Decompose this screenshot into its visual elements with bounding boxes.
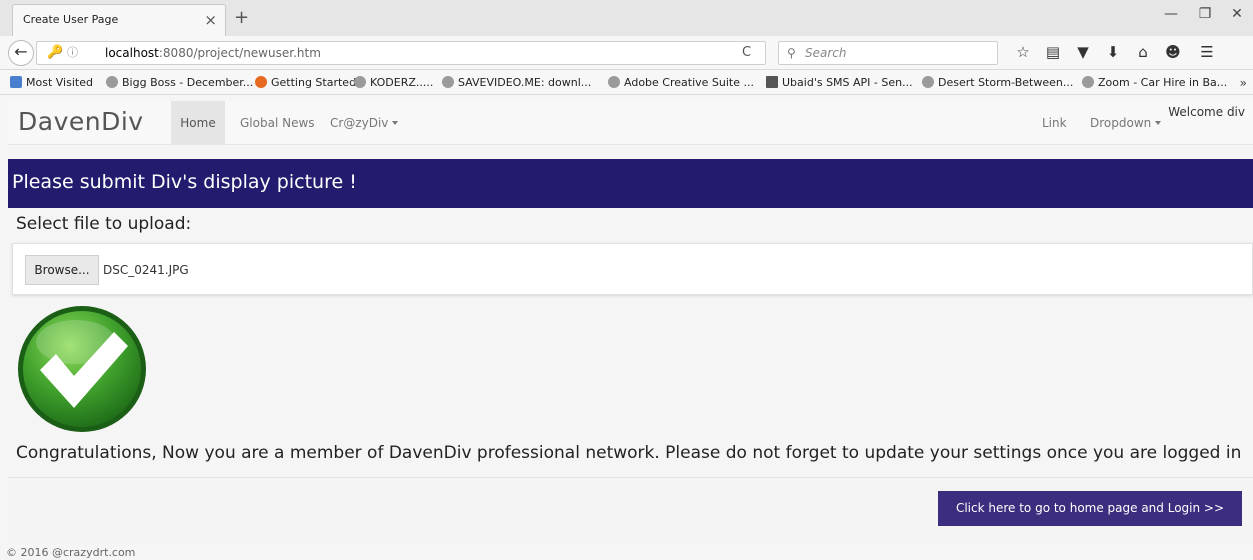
- bookmark-item[interactable]: Desert Storm-Between...: [922, 71, 1074, 94]
- nav-global-news[interactable]: Global News: [240, 101, 315, 145]
- bookmark-item[interactable]: Zoom - Car Hire in Ba...: [1082, 71, 1228, 94]
- tab-close-icon[interactable]: ×: [204, 5, 217, 35]
- search-placeholder: Search: [805, 46, 847, 60]
- site-navbar: DavenDiv Home Global News Cr@zyDiv Link …: [8, 101, 1253, 145]
- reading-list-icon[interactable]: ▤: [1042, 43, 1064, 61]
- globe-icon: [608, 76, 620, 88]
- star-icon[interactable]: ☆: [1012, 43, 1034, 61]
- search-icon: ⚲: [787, 46, 796, 60]
- nav-dropdown-label: Dropdown: [1090, 116, 1152, 130]
- bookmark-label: Most Visited: [26, 76, 93, 89]
- url-host: localhost: [105, 46, 159, 60]
- globe-icon: [922, 76, 934, 88]
- bookmark-label: Zoom - Car Hire in Ba...: [1098, 76, 1228, 89]
- url-bar[interactable]: 🔑 ⓘ localhost:8080/project/newuser.htm: [36, 41, 766, 65]
- bookmarks-bar: Most Visited Bigg Boss - December... Get…: [0, 71, 1253, 95]
- file-upload-field: Browse... DSC_0241.JPG: [12, 243, 1253, 295]
- search-input[interactable]: ⚲ Search: [778, 41, 998, 65]
- globe-icon: [106, 76, 118, 88]
- bookmark-most-visited[interactable]: Most Visited: [10, 71, 93, 94]
- bookmark-folder-icon: [10, 76, 22, 88]
- globe-icon: [1082, 76, 1094, 88]
- pocket-icon[interactable]: ▼: [1072, 43, 1094, 61]
- bookmark-label: Ubaid's SMS API - Sen...: [782, 76, 913, 89]
- page-content: DavenDiv Home Global News Cr@zyDiv Link …: [0, 95, 1253, 560]
- reload-icon[interactable]: C: [742, 45, 751, 60]
- welcome-text: Welcome div: [1168, 105, 1245, 119]
- globe-icon: [442, 76, 454, 88]
- minimize-icon[interactable]: —: [1156, 6, 1186, 22]
- bookmark-label: KODERZ.....: [370, 76, 434, 89]
- browser-tab[interactable]: Create User Page ×: [12, 4, 226, 36]
- success-message: Congratulations, Now you are a member of…: [16, 443, 1242, 463]
- nav-dropdown[interactable]: Dropdown: [1090, 101, 1162, 145]
- nav-home[interactable]: Home: [171, 101, 225, 145]
- back-icon[interactable]: ←: [8, 40, 34, 66]
- bookmark-label: Getting Started: [271, 76, 357, 89]
- nav-link[interactable]: Link: [1042, 101, 1067, 145]
- emoji-icon[interactable]: ☻: [1162, 43, 1184, 61]
- bookmark-label: SAVEVIDEO.ME: downl...: [458, 76, 592, 89]
- firefox-icon: [255, 76, 267, 88]
- bookmark-item[interactable]: KODERZ.....: [354, 71, 434, 94]
- bookmark-item[interactable]: Ubaid's SMS API - Sen...: [766, 71, 913, 94]
- avatar-icon: [766, 76, 778, 88]
- banner-title: Please submit Div's display picture !: [12, 171, 357, 193]
- bookmark-label: Bigg Boss - December...: [122, 76, 254, 89]
- browse-button[interactable]: Browse...: [25, 255, 99, 285]
- success-checkmark-icon: [18, 306, 146, 432]
- close-window-icon[interactable]: ✕: [1222, 6, 1252, 22]
- action-bar: Click here to go to home page and Login …: [8, 477, 1253, 543]
- caret-down-icon: [392, 121, 399, 125]
- bookmarks-overflow-icon[interactable]: »: [1240, 71, 1247, 94]
- bookmark-item[interactable]: Adobe Creative Suite ...: [608, 71, 754, 94]
- upload-label: Select file to upload:: [16, 214, 192, 234]
- new-tab-icon[interactable]: +: [234, 6, 249, 30]
- download-icon[interactable]: ⬇: [1102, 43, 1124, 61]
- site-key-icon: 🔑: [47, 45, 64, 60]
- go-home-login-button[interactable]: Click here to go to home page and Login …: [938, 491, 1242, 526]
- restore-icon[interactable]: ❐: [1190, 6, 1220, 22]
- url-path: :8080/project/newuser.htm: [158, 46, 321, 60]
- brand-logo[interactable]: DavenDiv: [18, 107, 144, 136]
- globe-icon: [354, 76, 366, 88]
- browser-nav-bar: ← 🔑 ⓘ localhost:8080/project/newuser.htm…: [0, 36, 1253, 70]
- nav-crazydiv-label: Cr@zyDiv: [330, 116, 389, 130]
- home-icon[interactable]: ⌂: [1132, 43, 1154, 61]
- selected-file-name: DSC_0241.JPG: [103, 263, 189, 277]
- nav-crazydiv-dropdown[interactable]: Cr@zyDiv: [330, 101, 399, 145]
- bookmark-item[interactable]: Getting Started: [255, 71, 357, 94]
- info-icon[interactable]: ⓘ: [67, 42, 78, 64]
- bookmark-label: Desert Storm-Between...: [938, 76, 1074, 89]
- bookmark-item[interactable]: Bigg Boss - December...: [106, 71, 254, 94]
- menu-icon[interactable]: ☰: [1196, 43, 1218, 61]
- bookmark-label: Adobe Creative Suite ...: [624, 76, 754, 89]
- copyright-text: © 2016 @crazydrt.com: [6, 546, 136, 559]
- caret-down-icon: [1155, 121, 1162, 125]
- url-text: localhost:8080/project/newuser.htm: [105, 42, 321, 64]
- tab-title: Create User Page: [23, 13, 119, 26]
- browser-tab-strip: Create User Page × + — ❐ ✕: [0, 0, 1253, 36]
- bookmark-item[interactable]: SAVEVIDEO.ME: downl...: [442, 71, 592, 94]
- page-banner: Please submit Div's display picture !: [8, 159, 1253, 208]
